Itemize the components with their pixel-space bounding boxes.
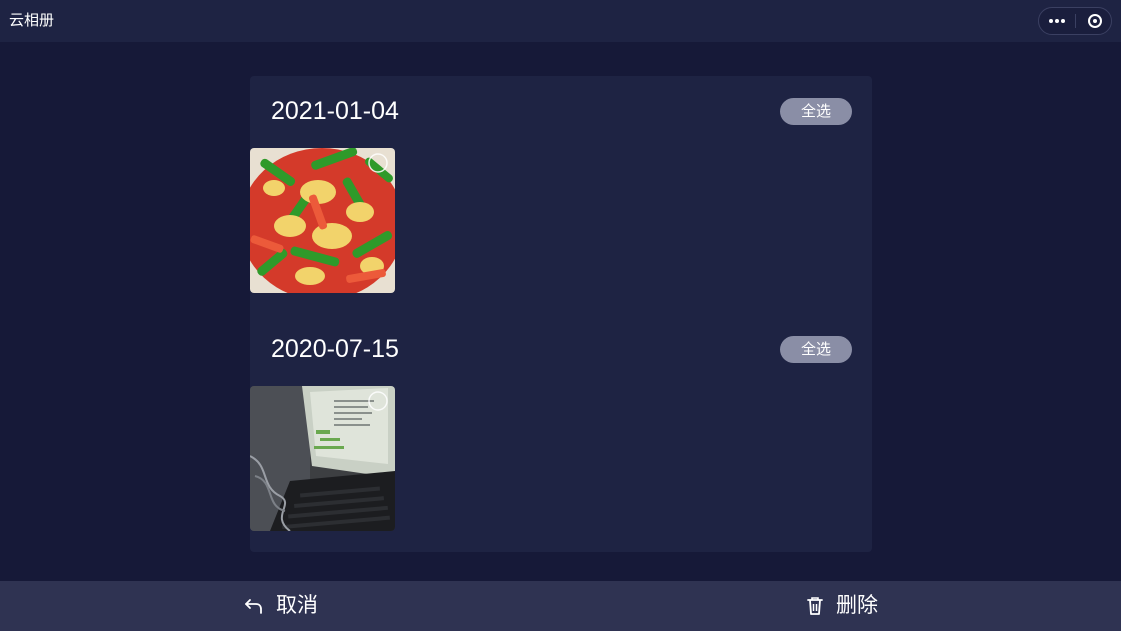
album-card: 2021-01-04 全选 2020-07-15 全选 xyxy=(250,76,872,552)
laptop-photo xyxy=(250,386,395,531)
bottom-action-bar: 取消 删除 xyxy=(0,581,1121,631)
delete-label: 删除 xyxy=(836,594,878,617)
cancel-label: 取消 xyxy=(276,594,318,617)
select-all-button[interactable]: 全选 xyxy=(780,98,852,125)
mini-program-capsule xyxy=(1038,7,1112,35)
more-button[interactable] xyxy=(1039,8,1075,34)
close-mini-program-button[interactable] xyxy=(1076,8,1112,34)
group-date: 2020-07-15 xyxy=(271,335,399,363)
food-photo xyxy=(250,148,395,293)
photo-thumbnail[interactable] xyxy=(250,148,395,293)
trash-icon xyxy=(806,596,824,621)
select-all-button[interactable]: 全选 xyxy=(780,336,852,363)
undo-arrow-icon xyxy=(244,596,264,621)
app-title: 云相册 xyxy=(9,12,55,29)
cancel-button[interactable]: 取消 xyxy=(244,581,334,631)
title-bar: 云相册 xyxy=(0,0,1121,42)
photo-thumbnail[interactable] xyxy=(250,386,395,531)
group-date: 2021-01-04 xyxy=(271,97,399,125)
delete-button[interactable]: 删除 xyxy=(806,581,896,631)
